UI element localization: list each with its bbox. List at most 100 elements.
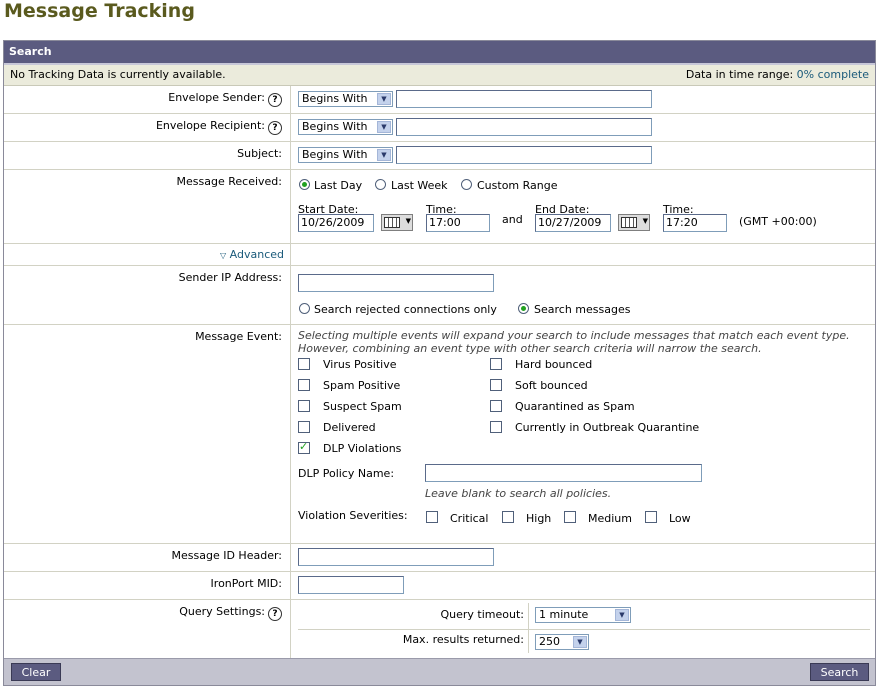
radio-rejected-connections-label: Search rejected connections only: [314, 303, 497, 316]
status-bar: No Tracking Data is currently available.…: [4, 65, 875, 86]
checkbox-suspect-spam[interactable]: [298, 400, 310, 412]
checkbox-severity-low[interactable]: [645, 511, 657, 523]
radio-last-day-label: Last Day: [314, 179, 363, 192]
dlp-policy-name-input[interactable]: [425, 464, 702, 482]
envelope-sender-operator-select[interactable]: Begins With ▼: [298, 91, 393, 107]
end-time-input[interactable]: 17:20: [663, 214, 727, 232]
clear-button[interactable]: Clear: [11, 663, 61, 681]
message-event-row: Message Event: Selecting multiple events…: [4, 325, 875, 544]
chevron-down-icon: ▼: [377, 93, 391, 105]
event-hint-2: However, combining an event type with ot…: [298, 342, 762, 355]
data-range-percent-link[interactable]: 0% complete: [797, 68, 869, 81]
checkbox-outbreak-quarantine-label: Currently in Outbreak Quarantine: [515, 421, 700, 434]
radio-rejected-connections[interactable]: [299, 303, 310, 314]
query-settings-label: Query Settings:: [179, 605, 265, 618]
sender-ip-input[interactable]: [298, 274, 494, 292]
checkbox-outbreak-quarantine[interactable]: [490, 421, 502, 433]
envelope-recipient-operator-select[interactable]: Begins With ▼: [298, 119, 393, 135]
checkbox-soft-bounced-label: Soft bounced: [515, 379, 588, 392]
radio-last-week-label: Last Week: [391, 179, 448, 192]
message-received-row: Message Received: Last Day Last Week Cus…: [4, 170, 875, 244]
start-date-calendar-button[interactable]: ▼: [381, 214, 413, 231]
checkbox-severity-high[interactable]: [502, 511, 514, 523]
checkbox-severity-high-label: High: [526, 512, 552, 525]
checkbox-dlp-violations[interactable]: [298, 440, 310, 454]
radio-custom-range[interactable]: [461, 179, 472, 190]
checkbox-delivered-label: Delivered: [323, 421, 376, 434]
checkbox-spam-positive-label: Spam Positive: [323, 379, 401, 392]
status-message: No Tracking Data is currently available.: [10, 68, 226, 81]
checkbox-dlp-violations-label: DLP Violations: [323, 442, 402, 455]
sender-ip-row: Sender IP Address: Search rejected conne…: [4, 266, 875, 325]
ironport-mid-row: IronPort MID:: [4, 572, 875, 600]
end-date-calendar-button[interactable]: ▼: [618, 214, 650, 231]
advanced-row: ▽ Advanced: [4, 244, 875, 266]
checkbox-hard-bounced[interactable]: [490, 358, 502, 370]
checkbox-suspect-spam-label: Suspect Spam: [323, 400, 402, 413]
radio-search-messages[interactable]: [518, 303, 529, 314]
help-icon[interactable]: ?: [268, 607, 282, 621]
chevron-down-icon: ▼: [615, 609, 629, 621]
envelope-sender-input[interactable]: [396, 90, 652, 108]
message-id-header-row: Message ID Header:: [4, 544, 875, 572]
search-button[interactable]: Search: [810, 663, 869, 681]
help-icon[interactable]: ?: [268, 121, 282, 135]
chevron-down-icon: ▼: [377, 149, 391, 161]
message-id-header-input[interactable]: [298, 548, 494, 566]
dlp-policy-hint: Leave blank to search all policies.: [425, 487, 612, 500]
checkbox-quarantined-as-spam-label: Quarantined as Spam: [515, 400, 635, 413]
radio-last-week[interactable]: [375, 179, 386, 190]
calendar-icon: [621, 217, 637, 228]
checkbox-spam-positive[interactable]: [298, 379, 310, 391]
checkbox-severity-critical[interactable]: [426, 511, 438, 523]
checkbox-virus-positive[interactable]: [298, 358, 310, 370]
max-results-label: Max. results returned:: [402, 633, 524, 646]
message-event-label: Message Event:: [195, 330, 282, 343]
chevron-down-icon: ▼: [573, 636, 587, 648]
help-icon[interactable]: ?: [268, 93, 282, 107]
envelope-recipient-input[interactable]: [396, 118, 652, 136]
query-settings-row: Query Settings:? Query timeout: 1 minute…: [4, 600, 875, 659]
chevron-down-icon: ▼: [405, 217, 411, 225]
timezone-label: (GMT +00:00): [739, 215, 817, 228]
page-title: Message Tracking: [4, 0, 195, 22]
dlp-policy-name-label: DLP Policy Name:: [298, 467, 395, 480]
panel-header: Search: [4, 41, 875, 65]
envelope-sender-label: Envelope Sender:: [168, 91, 265, 104]
envelope-sender-row: Envelope Sender:? Begins With ▼: [4, 86, 875, 114]
chevron-down-icon: ▼: [642, 217, 648, 225]
message-id-header-label: Message ID Header:: [171, 549, 282, 562]
checkbox-hard-bounced-label: Hard bounced: [515, 358, 593, 371]
radio-last-day[interactable]: [299, 179, 310, 190]
subject-row: Subject: Begins With ▼: [4, 142, 875, 170]
divider: [298, 629, 870, 630]
query-timeout-label: Query timeout:: [440, 608, 525, 621]
advanced-toggle[interactable]: ▽ Advanced: [220, 248, 284, 261]
divider: [528, 603, 529, 653]
checkbox-virus-positive-label: Virus Positive: [323, 358, 397, 371]
checkbox-soft-bounced[interactable]: [490, 379, 502, 391]
checkbox-quarantined-as-spam[interactable]: [490, 400, 502, 412]
sender-ip-label: Sender IP Address:: [178, 271, 282, 284]
radio-custom-range-label: Custom Range: [477, 179, 558, 192]
message-received-label: Message Received:: [176, 175, 282, 188]
end-date-input[interactable]: 10/27/2009: [535, 214, 611, 232]
query-timeout-select[interactable]: 1 minute ▼: [535, 607, 631, 623]
violation-severities-label: Violation Severities:: [298, 509, 408, 522]
checkbox-severity-medium[interactable]: [564, 511, 576, 523]
subject-operator-select[interactable]: Begins With ▼: [298, 147, 393, 163]
ironport-mid-input[interactable]: [298, 576, 404, 594]
data-range-label: Data in time range:: [685, 68, 794, 81]
subject-input[interactable]: [396, 146, 652, 164]
subject-label: Subject:: [237, 147, 282, 160]
max-results-select[interactable]: 250 ▼: [535, 634, 589, 650]
start-date-input[interactable]: 10/26/2009: [298, 214, 374, 232]
envelope-recipient-label: Envelope Recipient:: [155, 119, 265, 132]
checkbox-delivered[interactable]: [298, 421, 310, 433]
event-hint-1: Selecting multiple events will expand yo…: [298, 329, 850, 342]
start-time-input[interactable]: 17:00: [426, 214, 490, 232]
chevron-down-icon: ▼: [377, 121, 391, 133]
checkbox-severity-critical-label: Critical: [450, 512, 489, 525]
radio-search-messages-label: Search messages: [534, 303, 631, 316]
checkbox-severity-medium-label: Medium: [588, 512, 632, 525]
